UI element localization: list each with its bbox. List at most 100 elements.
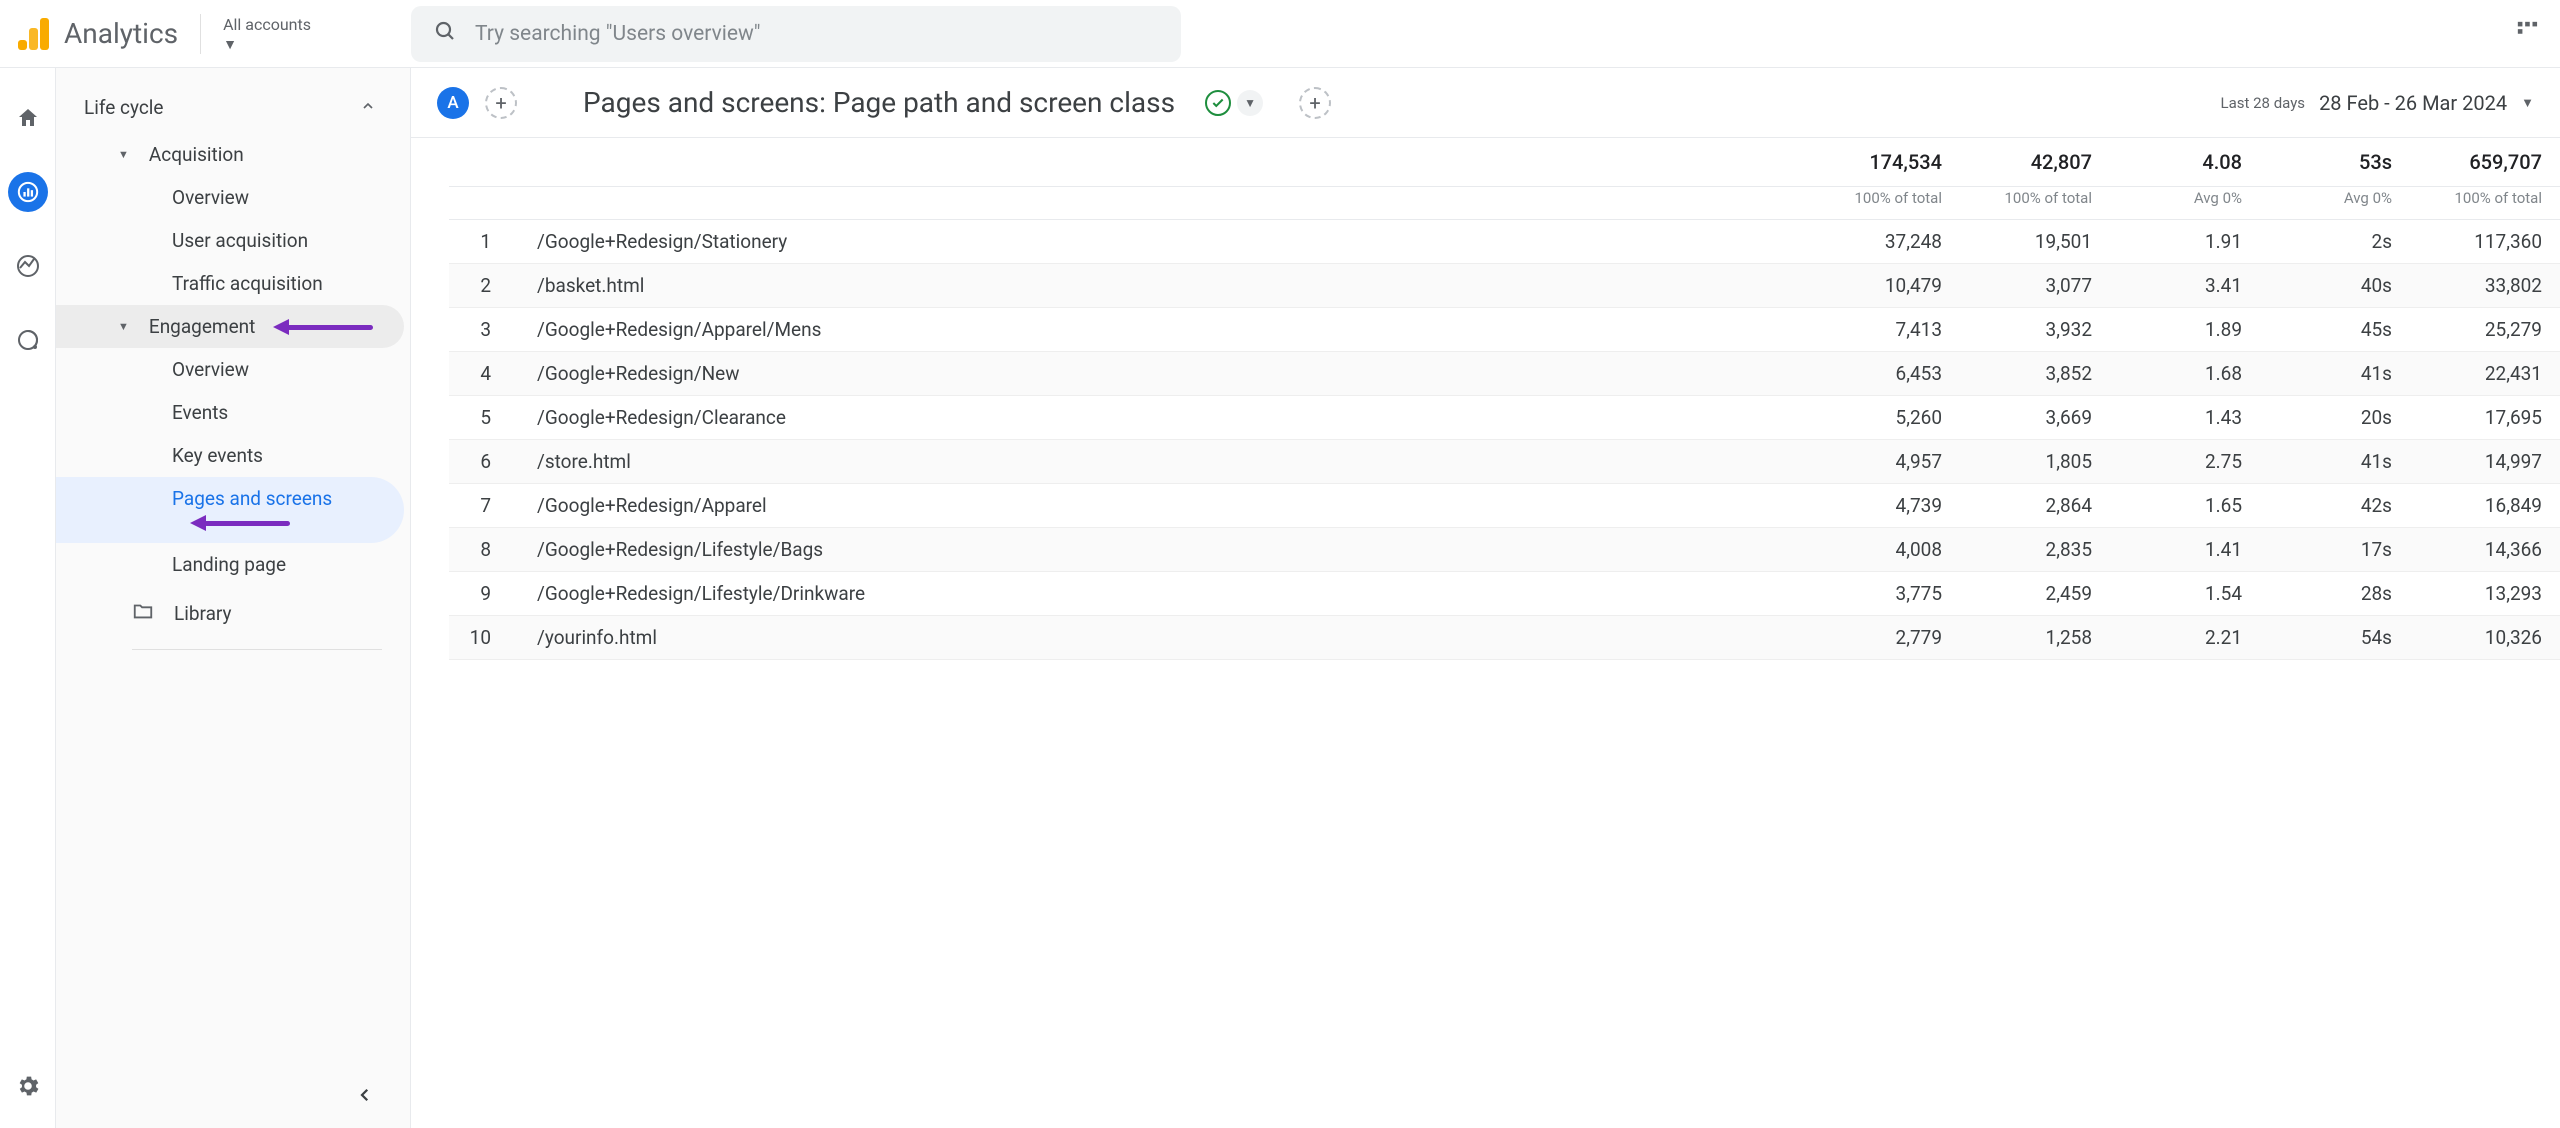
advertising-icon[interactable]	[8, 320, 48, 360]
row-value: 4,008	[1810, 528, 1960, 572]
row-value: 41s	[2260, 352, 2410, 396]
sidebar-item-events[interactable]: Events	[56, 391, 404, 434]
search-icon	[433, 19, 457, 48]
sidebar: Life cycle ▼ Acquisition Overview User a…	[56, 68, 411, 1128]
main-content: A + Pages and screens: Page path and scr…	[411, 68, 2560, 1128]
table-row[interactable]: 7/Google+Redesign/Apparel4,7392,8641.654…	[449, 484, 2560, 528]
row-value: 2,779	[1810, 616, 1960, 660]
account-label: All accounts	[223, 15, 311, 34]
apps-grid-icon[interactable]	[2516, 20, 2542, 48]
row-value: 1,805	[1960, 440, 2110, 484]
row-value: 19,501	[1960, 220, 2110, 264]
row-value: 2.75	[2110, 440, 2260, 484]
row-value: 7,413	[1810, 308, 1960, 352]
row-path: /yourinfo.html	[509, 616, 1810, 660]
row-value: 37,248	[1810, 220, 1960, 264]
search-input[interactable]	[475, 22, 1159, 46]
row-value: 33,802	[2410, 264, 2560, 308]
section-label: Life cycle	[84, 96, 163, 119]
table-row[interactable]: 4/Google+Redesign/New6,4533,8521.6841s22…	[449, 352, 2560, 396]
row-value: 1.54	[2110, 572, 2260, 616]
row-path: /Google+Redesign/Apparel/Mens	[509, 308, 1810, 352]
row-path: /store.html	[509, 440, 1810, 484]
table-row[interactable]: 10/yourinfo.html2,7791,2582.2154s10,326	[449, 616, 2560, 660]
row-value: 17s	[2260, 528, 2410, 572]
chevron-down-icon: ▼	[223, 36, 311, 53]
row-value: 28s	[2260, 572, 2410, 616]
segment-badge[interactable]: A	[437, 87, 469, 119]
date-range-value: 28 Feb - 26 Mar 2024	[2319, 91, 2507, 115]
row-path: /Google+Redesign/Lifestyle/Drinkware	[509, 572, 1810, 616]
table-row[interactable]: 2/basket.html10,4793,0773.4140s33,802	[449, 264, 2560, 308]
sidebar-item-landing-page[interactable]: Landing page	[56, 543, 404, 586]
row-index: 8	[449, 528, 509, 572]
row-value: 25,279	[2410, 308, 2560, 352]
sidebar-item-key-events[interactable]: Key events	[56, 434, 404, 477]
report-title: Pages and screens: Page path and screen …	[583, 86, 1175, 119]
total-sub-2: Avg 0%	[2110, 187, 2260, 220]
product-name: Analytics	[64, 17, 178, 50]
date-range-picker[interactable]: Last 28 days 28 Feb - 26 Mar 2024 ▼	[2221, 91, 2534, 115]
add-segment-button[interactable]: +	[485, 87, 517, 119]
layout: Life cycle ▼ Acquisition Overview User a…	[0, 68, 2560, 1128]
table-row[interactable]: 9/Google+Redesign/Lifestyle/Drinkware3,7…	[449, 572, 2560, 616]
sidebar-item-user-acquisition[interactable]: User acquisition	[56, 219, 404, 262]
check-icon	[1205, 90, 1231, 116]
row-value: 3,932	[1960, 308, 2110, 352]
row-value: 6,453	[1810, 352, 1960, 396]
row-value: 3,775	[1810, 572, 1960, 616]
total-sub-4: 100% of total	[2410, 187, 2560, 220]
status-check: ▼	[1205, 90, 1263, 116]
row-value: 1,258	[1960, 616, 2110, 660]
sidebar-section-lifecycle[interactable]: Life cycle	[56, 82, 404, 133]
row-value: 2,835	[1960, 528, 2110, 572]
sidebar-item-overview[interactable]: Overview	[56, 176, 404, 219]
row-value: 3.41	[2110, 264, 2260, 308]
total-col-1: 42,807	[1960, 138, 2110, 187]
sidebar-library[interactable]: Library	[56, 586, 410, 641]
sidebar-item-overview-2[interactable]: Overview	[56, 348, 404, 391]
explore-icon[interactable]	[8, 246, 48, 286]
collapse-sidebar-icon[interactable]	[356, 1082, 374, 1110]
chevron-down-icon: ▼	[2521, 95, 2534, 111]
total-col-3: 53s	[2260, 138, 2410, 187]
report-header: A + Pages and screens: Page path and scr…	[411, 68, 2560, 138]
admin-gear-icon[interactable]	[8, 1066, 48, 1106]
add-comparison-button[interactable]: +	[1299, 87, 1331, 119]
total-col-4: 659,707	[2410, 138, 2560, 187]
row-path: /Google+Redesign/Clearance	[509, 396, 1810, 440]
total-sub-3: Avg 0%	[2260, 187, 2410, 220]
sidebar-group-acquisition[interactable]: ▼ Acquisition	[56, 133, 404, 176]
table-row[interactable]: 6/store.html4,9571,8052.7541s14,997	[449, 440, 2560, 484]
table-row[interactable]: 3/Google+Redesign/Apparel/Mens7,4133,932…	[449, 308, 2560, 352]
row-index: 9	[449, 572, 509, 616]
table-row[interactable]: 1/Google+Redesign/Stationery37,24819,501…	[449, 220, 2560, 264]
row-value: 54s	[2260, 616, 2410, 660]
row-value: 1.65	[2110, 484, 2260, 528]
total-sub-1: 100% of total	[1960, 187, 2110, 220]
row-value: 3,669	[1960, 396, 2110, 440]
group-label: Engagement	[149, 315, 256, 338]
divider	[132, 649, 382, 650]
total-col-0: 174,534	[1810, 138, 1960, 187]
status-dropdown[interactable]: ▼	[1237, 90, 1263, 116]
table-row[interactable]: 8/Google+Redesign/Lifestyle/Bags4,0082,8…	[449, 528, 2560, 572]
home-icon[interactable]	[8, 98, 48, 138]
reports-icon[interactable]	[8, 172, 48, 212]
nav-rail	[0, 68, 56, 1128]
table-row[interactable]: 5/Google+Redesign/Clearance5,2603,6691.4…	[449, 396, 2560, 440]
chevron-up-icon	[360, 96, 376, 119]
row-path: /basket.html	[509, 264, 1810, 308]
top-header: Analytics All accounts ▼	[0, 0, 2560, 68]
sidebar-item-pages-and-screens[interactable]: Pages and screens	[56, 477, 404, 543]
account-switcher[interactable]: All accounts ▼	[223, 15, 311, 53]
row-value: 117,360	[2410, 220, 2560, 264]
row-value: 13,293	[2410, 572, 2560, 616]
sidebar-item-traffic-acquisition[interactable]: Traffic acquisition	[56, 262, 404, 305]
caret-down-icon: ▼	[118, 148, 129, 161]
search-box[interactable]	[411, 6, 1181, 62]
sidebar-group-engagement[interactable]: ▼ Engagement	[56, 305, 404, 348]
row-value: 10,326	[2410, 616, 2560, 660]
row-index: 6	[449, 440, 509, 484]
folder-icon	[132, 600, 154, 627]
